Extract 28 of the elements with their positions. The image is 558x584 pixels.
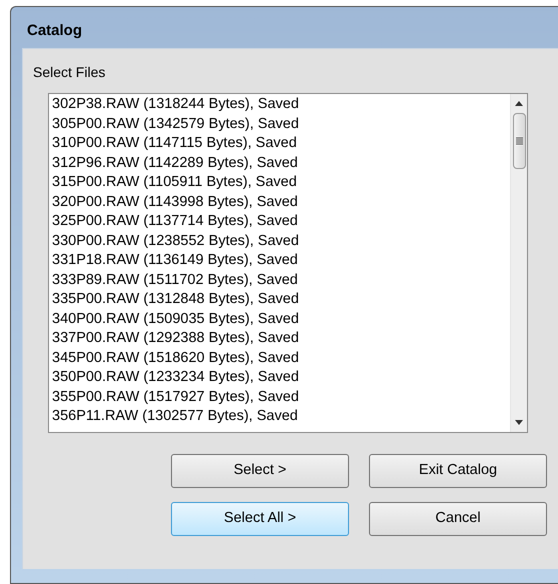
scroll-down-icon[interactable] xyxy=(515,420,523,425)
file-list-item[interactable]: 335P00.RAW (1312848 Bytes), Saved xyxy=(52,290,299,310)
dialog-button[interactable]: Exit Catalog xyxy=(369,454,547,488)
file-list-item[interactable]: 340P00.RAW (1509035 Bytes), Saved xyxy=(52,310,299,329)
grip-icon xyxy=(516,137,522,145)
file-list-item[interactable]: 337P00.RAW (1292388 Bytes), Saved xyxy=(52,329,299,348)
scroll-thumb[interactable] xyxy=(512,113,526,169)
scrollbar[interactable] xyxy=(510,94,527,432)
file-list-item[interactable]: 320P00.RAW (1143998 Bytes), Saved xyxy=(52,192,298,212)
file-list-item[interactable]: 325P00.RAW (1137714 Bytes), Saved xyxy=(52,212,298,232)
file-list-item[interactable]: 302P38.RAW (1318244 Bytes), Saved xyxy=(52,95,299,114)
file-list-item[interactable]: 331P18.RAW (1136149 Bytes), Saved xyxy=(52,251,298,270)
window-title: Catalog xyxy=(26,21,82,41)
file-list-item[interactable]: 350P00.RAW (1233234 Bytes), Saved xyxy=(52,368,299,388)
file-list-item[interactable]: 312P96.RAW (1142289 Bytes), Saved xyxy=(52,154,298,173)
file-list-item[interactable]: 356P11.RAW (1302577 Bytes), Saved xyxy=(52,407,298,426)
file-list-item[interactable]: 310P00.RAW (1147115 Bytes), Saved xyxy=(52,134,297,154)
file-list-item[interactable]: 315P00.RAW (1105911 Bytes), Saved xyxy=(52,173,297,192)
file-list-item[interactable]: 305P00.RAW (1342579 Bytes), Saved xyxy=(52,114,299,134)
file-list-item[interactable]: 330P00.RAW (1238552 Bytes), Saved xyxy=(52,232,299,251)
dialog-button[interactable]: Select All > xyxy=(171,502,349,536)
dialog-button[interactable]: Cancel xyxy=(369,502,547,536)
scroll-up-icon[interactable] xyxy=(515,101,523,106)
list-label: Select Files xyxy=(33,65,106,79)
file-list-item[interactable]: 355P00.RAW (1517927 Bytes), Saved xyxy=(52,388,299,407)
file-list-item[interactable]: 333P89.RAW (1511702 Bytes), Saved xyxy=(52,270,298,290)
dialog-button[interactable]: Select > xyxy=(171,454,349,488)
file-list-item[interactable]: 345P00.RAW (1518620 Bytes), Saved xyxy=(52,348,299,368)
